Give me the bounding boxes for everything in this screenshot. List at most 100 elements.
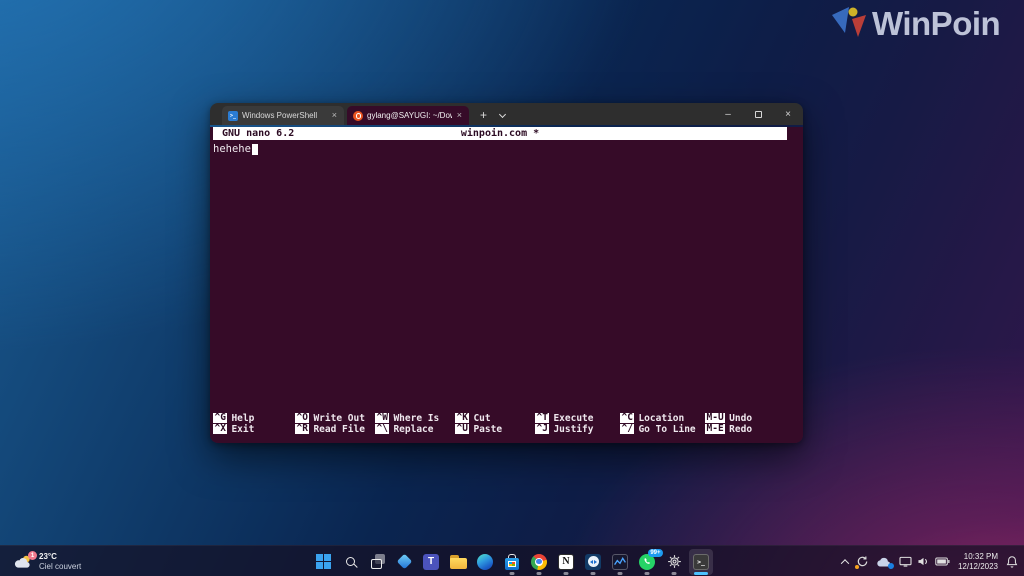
shortcut-label: Go To Line [638, 424, 695, 435]
widgets-icon [396, 554, 412, 570]
microsoft-store-button[interactable] [500, 549, 524, 575]
new-tab-button[interactable]: + [480, 109, 487, 121]
start-button[interactable] [311, 549, 335, 575]
shortcut-label: Replace [393, 424, 433, 435]
close-button[interactable]: × [773, 103, 803, 125]
teamviewer-icon [585, 554, 601, 570]
shortcut-column: ^KCut ^UPaste [455, 413, 535, 434]
tab-ubuntu-session[interactable]: gylang@SAYUGI: ~/Downloac × [347, 106, 469, 125]
shortcut-key: ^W [375, 413, 389, 423]
shortcut-label: Write Out [313, 413, 364, 424]
terminal-window: >_ Windows PowerShell × gylang@SAYUGI: ~… [210, 103, 803, 443]
terminal-icon: >_ [693, 554, 709, 570]
tab-bar: >_ Windows PowerShell × gylang@SAYUGI: ~… [222, 103, 469, 125]
widgets-button[interactable] [392, 549, 416, 575]
tray-time: 10:32 PM [958, 552, 998, 562]
task-view-button[interactable] [365, 549, 389, 575]
shortcut-column: ^WWhere Is ^\Replace [375, 413, 455, 434]
weather-temperature: 23°C [39, 552, 81, 562]
shortcut-label: Cut [473, 413, 490, 424]
shortcut-label: Justify [553, 424, 593, 435]
shortcut-column: M-UUndo M-ERedo [705, 413, 787, 434]
teamviewer-button[interactable] [581, 549, 605, 575]
terminal-content[interactable]: winpoin.com * GNU nano 6.2 hehehe ^GHelp… [210, 127, 803, 443]
terminal-titlebar[interactable]: >_ Windows PowerShell × gylang@SAYUGI: ~… [210, 103, 803, 125]
shortcut-column: ^OWrite Out ^RRead File [295, 413, 375, 434]
running-indicator [591, 572, 596, 575]
minimize-button[interactable]: – [713, 103, 743, 125]
running-indicator [645, 572, 650, 575]
display-icon [899, 556, 912, 567]
speaker-icon [917, 556, 930, 567]
shortcut-label: Location [638, 413, 684, 424]
search-button[interactable] [338, 549, 362, 575]
shortcut-key: ^O [295, 413, 309, 423]
nano-shortcut-bar: ^GHelp ^XExit ^OWrite Out ^RRead File ^W… [213, 413, 787, 434]
windows-logo-icon [316, 554, 331, 569]
winpoin-logo-text: WinPoin [872, 5, 1000, 43]
quick-settings[interactable] [899, 556, 950, 567]
hidden-icons-chevron-icon[interactable] [841, 559, 849, 567]
weather-cloud-icon: 1 [14, 554, 33, 569]
weather-widget[interactable]: 1 23°C Ciel couvert [8, 546, 87, 576]
shortcut-label: Exit [231, 424, 254, 435]
edge-button[interactable] [473, 549, 497, 575]
nano-document-title: winpoin.com * [213, 128, 787, 139]
tab-windows-powershell[interactable]: >_ Windows PowerShell × [222, 106, 344, 125]
tab-dropdown-icon[interactable] [499, 111, 506, 118]
whatsapp-button[interactable]: 99+ [635, 549, 659, 575]
notification-bell-icon[interactable] [1006, 555, 1018, 568]
shortcut-key: ^J [535, 424, 549, 434]
nano-edit-buffer[interactable]: hehehe [213, 143, 803, 155]
terminal-button[interactable]: >_ [689, 549, 713, 575]
shortcut-label: Execute [553, 413, 593, 424]
clock[interactable]: 10:32 PM 12/12/2023 [958, 552, 998, 572]
weather-notification-badge: 1 [28, 551, 37, 560]
buffer-text: hehehe [213, 143, 251, 155]
microsoft-store-icon [504, 554, 520, 570]
tab-close-icon[interactable]: × [456, 111, 463, 120]
battery-icon [935, 557, 950, 566]
whatsapp-icon: 99+ [639, 554, 655, 570]
update-badge [855, 565, 860, 570]
tab-close-icon[interactable]: × [331, 111, 338, 120]
tab-title: Windows PowerShell [242, 111, 327, 120]
whatsapp-badge: 99+ [648, 549, 663, 557]
edge-icon [477, 554, 493, 570]
running-indicator [537, 572, 542, 575]
text-cursor [252, 144, 258, 155]
shortcut-key: ^U [455, 424, 469, 434]
shortcut-label: Where Is [393, 413, 439, 424]
taskbar-icons: T N 99+ [311, 546, 713, 576]
chrome-icon [531, 554, 547, 570]
shortcut-key: ^G [213, 413, 227, 423]
chrome-button[interactable] [527, 549, 551, 575]
system-tray: 10:32 PM 12/12/2023 [842, 546, 1018, 576]
gear-icon [667, 554, 682, 569]
winpoin-logo: WinPoin [831, 5, 1000, 43]
onedrive-icon[interactable] [877, 557, 891, 567]
file-explorer-button[interactable] [446, 549, 470, 575]
running-indicator [618, 572, 623, 575]
shortcut-label: Undo [729, 413, 752, 424]
shortcut-key: ^T [535, 413, 549, 423]
winpoin-logo-icon [831, 5, 869, 41]
media-app-button[interactable] [608, 549, 632, 575]
shortcut-key: ^X [213, 424, 227, 434]
running-indicator [672, 572, 677, 575]
shortcut-label: Redo [729, 424, 752, 435]
shortcut-column: ^T Execute ^J Justify [535, 413, 620, 434]
teams-button[interactable]: T [419, 549, 443, 575]
folder-icon [450, 555, 467, 569]
notion-button[interactable]: N [554, 549, 578, 575]
maximize-icon [755, 111, 762, 118]
taskbar: 1 23°C Ciel couvert T [0, 545, 1024, 576]
settings-button[interactable] [662, 549, 686, 575]
shortcut-label: Paste [473, 424, 502, 435]
search-icon [346, 557, 355, 566]
maximize-button[interactable] [743, 103, 773, 125]
update-sync-icon[interactable] [856, 555, 869, 568]
ubuntu-icon [353, 111, 363, 121]
powershell-icon: >_ [228, 111, 238, 121]
shortcut-column: ^CLocation ^/Go To Line [620, 413, 705, 434]
